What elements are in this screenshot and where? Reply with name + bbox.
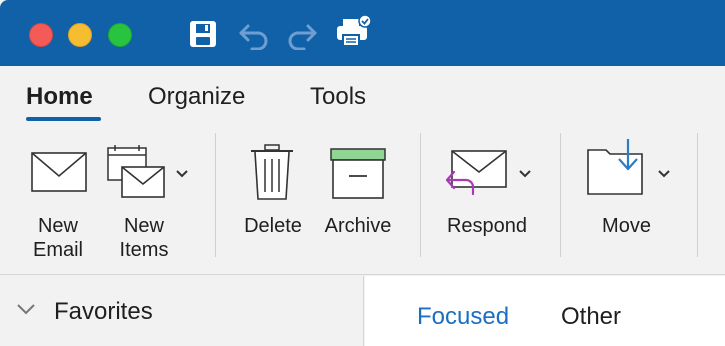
ribbon-separator	[560, 133, 561, 257]
ribbon-separator	[420, 133, 421, 257]
undo-icon[interactable]	[238, 20, 270, 50]
trash-icon	[251, 144, 293, 200]
new-items-button[interactable]: New Items	[104, 144, 190, 264]
new-email-label: New Email	[32, 215, 83, 261]
tab-tools[interactable]: Tools	[310, 83, 366, 111]
favorites-header[interactable]: Favorites	[54, 298, 153, 326]
redo-icon[interactable]	[286, 20, 318, 50]
move-button[interactable]: Move	[580, 138, 674, 244]
minimize-window-button[interactable]	[68, 23, 92, 47]
maximize-window-button[interactable]	[108, 23, 132, 47]
chevron-down-icon[interactable]	[519, 170, 531, 178]
move-folder-icon	[587, 139, 643, 195]
respond-label: Respond	[446, 215, 528, 237]
print-icon[interactable]	[334, 14, 372, 50]
tab-home[interactable]: Home	[26, 83, 93, 111]
chevron-down-icon[interactable]	[17, 304, 35, 315]
tab-organize[interactable]: Organize	[148, 83, 245, 111]
active-tab-indicator	[26, 117, 101, 121]
new-items-label: New Items	[119, 215, 169, 261]
save-icon[interactable]	[188, 19, 218, 49]
ribbon-separator	[215, 133, 216, 257]
chevron-down-icon[interactable]	[176, 170, 188, 178]
ribbon: Home Organize Tools New Email New Items	[0, 66, 725, 275]
folder-pane: Favorites	[0, 276, 364, 346]
tab-other[interactable]: Other	[561, 303, 621, 331]
delete-button[interactable]: Delete	[236, 144, 310, 244]
envelope-icon	[31, 152, 87, 192]
tab-focused[interactable]: Focused	[417, 303, 509, 331]
reply-envelope-icon	[445, 150, 507, 196]
delete-label: Delete	[244, 215, 302, 237]
archive-icon	[330, 148, 386, 199]
new-email-button[interactable]: New Email	[22, 144, 94, 264]
title-bar	[0, 0, 725, 66]
move-label: Move	[602, 215, 651, 237]
respond-button[interactable]: Respond	[440, 144, 540, 244]
new-items-icon	[107, 145, 165, 198]
chevron-down-icon[interactable]	[658, 170, 670, 178]
message-list-pane: Focused Other	[365, 276, 725, 346]
archive-button[interactable]: Archive	[316, 144, 400, 244]
ribbon-separator	[697, 133, 698, 257]
archive-label: Archive	[324, 215, 392, 237]
close-window-button[interactable]	[29, 23, 53, 47]
